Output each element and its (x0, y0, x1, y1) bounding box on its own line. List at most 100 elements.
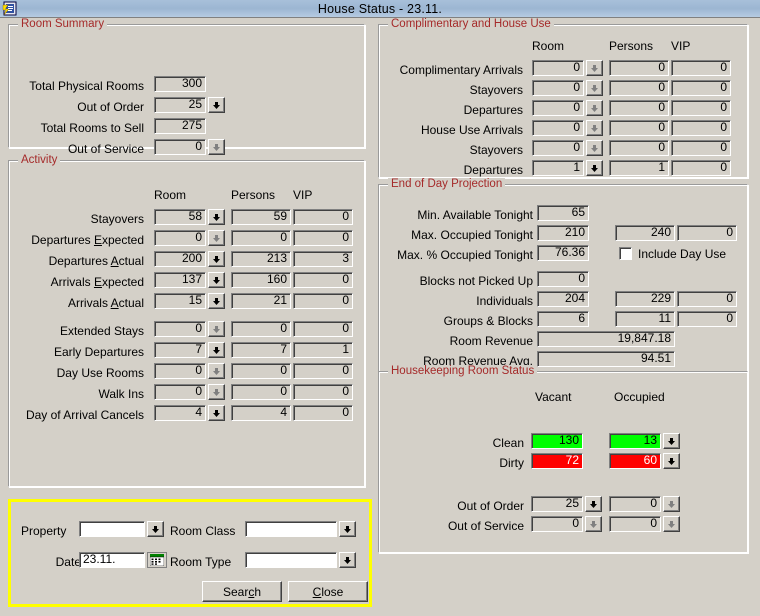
spinner-hk-out-of-order-occupied[interactable] (663, 496, 680, 512)
window-title: House Status - 23.11. (317, 1, 443, 16)
label-arrivals-expected: Arrivals Expected (50, 275, 144, 289)
field-hk-out-of-order-vacant[interactable]: 25 (531, 496, 583, 512)
field-comp-stayovers-room[interactable]: 0 (532, 80, 584, 96)
field-house-use-departures-room[interactable]: 1 (532, 160, 584, 176)
spinner-walk-ins[interactable] (208, 384, 225, 400)
close-button[interactable]: Close (288, 581, 368, 602)
label-date: Date (55, 555, 81, 569)
spinner-comp-stayovers[interactable] (586, 80, 603, 96)
field-extended-stays-vip: 0 (293, 321, 353, 337)
label-out-of-order: Out of Order (77, 100, 144, 114)
search-button[interactable]: Search (202, 581, 282, 602)
field-house-use-stayovers-vip: 0 (671, 140, 731, 156)
room-class-input[interactable] (245, 521, 337, 537)
label-comp-departures: Departures (463, 103, 523, 117)
spinner-early-departures[interactable] (208, 342, 225, 358)
property-dropdown-button[interactable] (147, 521, 164, 537)
spinner-stayovers[interactable] (208, 209, 225, 225)
field-comp-departures-room[interactable]: 0 (532, 100, 584, 116)
field-complimentary-arrivals-persons: 0 (609, 60, 669, 76)
field-complimentary-arrivals-room[interactable]: 0 (532, 60, 584, 76)
housekeeping-header-occupied: Occupied (614, 390, 665, 404)
field-house-use-arrivals-vip: 0 (671, 120, 731, 136)
field-house-use-arrivals-room[interactable]: 0 (532, 120, 584, 136)
spinner-clean-occupied[interactable] (663, 433, 680, 449)
field-house-use-stayovers-persons: 0 (609, 140, 669, 156)
field-house-use-departures-vip: 0 (671, 160, 731, 176)
room-class-dropdown-button[interactable] (339, 521, 356, 537)
field-day-use-rooms-persons: 0 (231, 363, 291, 379)
field-departures-actual-vip: 3 (293, 251, 353, 267)
spinner-house-use-departures[interactable] (586, 160, 603, 176)
field-arrivals-expected-room[interactable]: 137 (154, 272, 206, 288)
spinner-departures-actual[interactable] (208, 251, 225, 267)
field-arrivals-actual-room[interactable]: 15 (154, 293, 206, 309)
spinner-complimentary-arrivals[interactable] (586, 60, 603, 76)
field-groups-and-blocks-vip: 0 (677, 311, 737, 327)
field-day-of-arrival-cancels-room[interactable]: 4 (154, 405, 206, 421)
close-button-label: Close (312, 584, 344, 599)
spinner-hk-out-of-service-vacant[interactable] (585, 516, 602, 532)
search-panel: Property Room Class Date 23.11. Room Typ… (8, 499, 372, 607)
calendar-icon[interactable] (147, 552, 167, 568)
spinner-arrivals-expected[interactable] (208, 272, 225, 288)
field-house-use-stayovers-room[interactable]: 0 (532, 140, 584, 156)
room-summary-panel: Room Summary Total Physical Rooms 300 Ou… (8, 18, 365, 156)
field-stayovers-vip: 0 (293, 209, 353, 225)
property-input[interactable] (79, 521, 145, 537)
field-day-use-rooms-room[interactable]: 0 (154, 363, 206, 379)
label-total-rooms-to-sell: Total Rooms to Sell (40, 121, 144, 135)
label-comp-stayovers: Stayovers (469, 83, 523, 97)
spinner-house-use-stayovers[interactable] (586, 140, 603, 156)
label-walk-ins: Walk Ins (98, 387, 144, 401)
field-comp-departures-vip: 0 (671, 100, 731, 116)
field-hk-out-of-service-occupied[interactable]: 0 (609, 516, 661, 532)
spinner-day-of-arrival-cancels[interactable] (208, 405, 225, 421)
spinner-out-of-order[interactable] (208, 97, 225, 113)
spinner-hk-out-of-service-occupied[interactable] (663, 516, 680, 532)
spinner-day-use-rooms[interactable] (208, 363, 225, 379)
field-dirty-occupied[interactable]: 60 (609, 453, 661, 469)
field-departures-actual-room[interactable]: 200 (154, 251, 206, 267)
field-walk-ins-room[interactable]: 0 (154, 384, 206, 400)
activity-legend: Activity (18, 154, 61, 166)
spinner-hk-out-of-order-vacant[interactable] (585, 496, 602, 512)
field-departures-expected-room[interactable]: 0 (154, 230, 206, 246)
field-max-occupied-tonight-persons: 240 (615, 225, 675, 241)
spinner-house-use-arrivals[interactable] (586, 120, 603, 136)
field-out-of-service[interactable]: 0 (154, 139, 206, 155)
spinner-departures-expected[interactable] (208, 230, 225, 246)
spinner-out-of-service[interactable] (208, 139, 225, 155)
field-house-use-arrivals-persons: 0 (609, 120, 669, 136)
spinner-extended-stays[interactable] (208, 321, 225, 337)
app-icon (2, 1, 18, 16)
field-hk-out-of-order-occupied[interactable]: 0 (609, 496, 661, 512)
field-extended-stays-room[interactable]: 0 (154, 321, 206, 337)
comp-header-vip: VIP (671, 39, 691, 53)
field-out-of-order[interactable]: 25 (154, 97, 206, 113)
include-day-use-label: Include Day Use (638, 247, 727, 261)
label-early-departures: Early Departures (53, 345, 144, 359)
spinner-arrivals-actual[interactable] (208, 293, 225, 309)
field-early-departures-room[interactable]: 7 (154, 342, 206, 358)
room-type-input[interactable] (245, 552, 337, 568)
activity-header-persons: Persons (231, 188, 276, 202)
end-of-day-legend: End of Day Projection (388, 178, 506, 190)
date-input[interactable]: 23.11. (79, 552, 145, 568)
label-house-use-departures: Departures (463, 163, 523, 177)
label-room-type: Room Type (170, 555, 232, 569)
field-departures-expected-vip: 0 (293, 230, 353, 246)
include-day-use-checkbox[interactable] (619, 247, 632, 260)
room-type-dropdown-button[interactable] (339, 552, 356, 568)
spinner-dirty-occupied[interactable] (663, 453, 680, 469)
field-comp-departures-persons: 0 (609, 100, 669, 116)
field-room-revenue-avg: 94.51 (537, 351, 675, 367)
field-clean-occupied[interactable]: 13 (609, 433, 661, 449)
field-stayovers-room[interactable]: 58 (154, 209, 206, 225)
field-individuals-persons: 229 (615, 291, 675, 307)
field-hk-out-of-service-vacant[interactable]: 0 (531, 516, 583, 532)
spinner-comp-departures[interactable] (586, 100, 603, 116)
activity-header-room: Room (154, 188, 187, 202)
label-clean: Clean (492, 436, 524, 450)
activity-header-vip: VIP (293, 188, 313, 202)
